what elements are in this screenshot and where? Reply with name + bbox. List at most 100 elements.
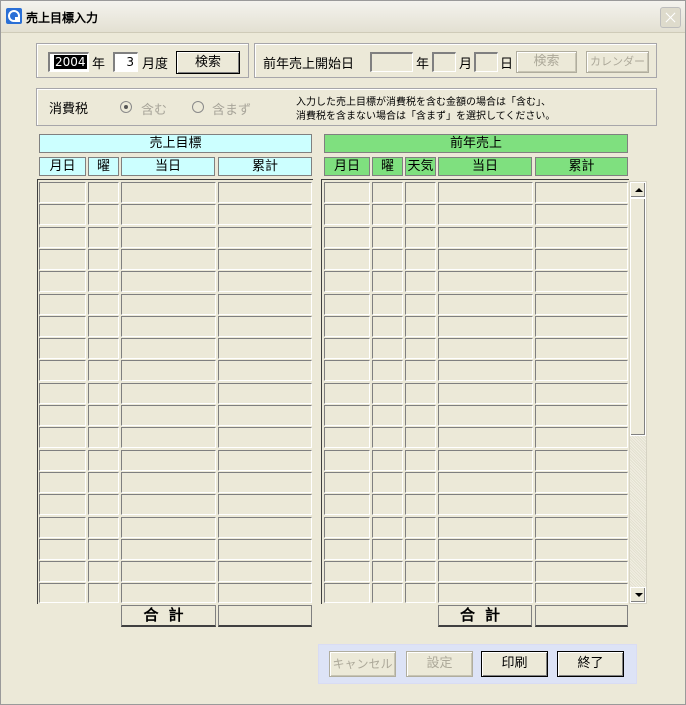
grid-cell[interactable]: [372, 517, 403, 538]
cancel-button[interactable]: キャンセル: [329, 651, 396, 677]
grid-cell[interactable]: [324, 450, 370, 471]
grid-cell[interactable]: [372, 227, 403, 248]
grid-cell[interactable]: [324, 561, 370, 582]
grid-cell[interactable]: [438, 539, 533, 560]
grid-cell[interactable]: [405, 517, 436, 538]
grid-cell[interactable]: [218, 227, 312, 248]
grid-cell[interactable]: [535, 182, 628, 203]
scroll-down-button[interactable]: [630, 587, 646, 603]
grid-cell[interactable]: [438, 227, 533, 248]
grid-cell[interactable]: [121, 360, 216, 381]
grid-cell[interactable]: [405, 227, 436, 248]
grid-cell[interactable]: [438, 494, 533, 515]
grid-cell[interactable]: [88, 494, 119, 515]
grid-cell[interactable]: [39, 294, 86, 315]
prev-search-button[interactable]: 検索: [516, 51, 577, 73]
grid-cell[interactable]: [438, 405, 533, 426]
grid-cell[interactable]: [39, 517, 86, 538]
grid-cell[interactable]: [121, 494, 216, 515]
grid-cell[interactable]: [88, 271, 119, 292]
grid-cell[interactable]: [88, 249, 119, 270]
grid-cell[interactable]: [405, 204, 436, 225]
grid-cell[interactable]: [535, 227, 628, 248]
grid-cell[interactable]: [218, 271, 312, 292]
grid-cell[interactable]: [121, 338, 216, 359]
grid-cell[interactable]: [218, 383, 312, 404]
grid-cell[interactable]: [121, 294, 216, 315]
grid-cell[interactable]: [88, 294, 119, 315]
grid-cell[interactable]: [324, 583, 370, 603]
prev-year-input[interactable]: [370, 52, 413, 72]
grid-cell[interactable]: [88, 561, 119, 582]
grid-cell[interactable]: [405, 583, 436, 603]
grid-cell[interactable]: [324, 338, 370, 359]
grid-cell[interactable]: [88, 383, 119, 404]
grid-cell[interactable]: [438, 249, 533, 270]
grid-cell[interactable]: [121, 517, 216, 538]
grid-cell[interactable]: [438, 316, 533, 337]
prev-day-input[interactable]: [474, 52, 498, 72]
grid-cell[interactable]: [438, 472, 533, 493]
grid-cell[interactable]: [218, 338, 312, 359]
grid-cell[interactable]: [535, 360, 628, 381]
grid-cell[interactable]: [88, 360, 119, 381]
grid-cell[interactable]: [218, 405, 312, 426]
grid-cell[interactable]: [372, 561, 403, 582]
grid-cell[interactable]: [372, 494, 403, 515]
grid-cell[interactable]: [39, 539, 86, 560]
grid-cell[interactable]: [39, 561, 86, 582]
scroll-up-button[interactable]: [630, 182, 646, 198]
grid-cell[interactable]: [372, 583, 403, 603]
grid-cell[interactable]: [39, 271, 86, 292]
grid-cell[interactable]: [405, 561, 436, 582]
grid-cell[interactable]: [324, 539, 370, 560]
grid-cell[interactable]: [218, 182, 312, 203]
grid-cell[interactable]: [88, 427, 119, 448]
month-input[interactable]: 3: [113, 52, 138, 72]
year-input[interactable]: 2004: [48, 52, 89, 72]
grid-cell[interactable]: [438, 517, 533, 538]
grid-cell[interactable]: [324, 204, 370, 225]
grid-cell[interactable]: [535, 338, 628, 359]
grid-cell[interactable]: [405, 316, 436, 337]
grid-cell[interactable]: [121, 427, 216, 448]
grid-cell[interactable]: [324, 271, 370, 292]
grid-cell[interactable]: [121, 472, 216, 493]
exit-button[interactable]: 終了: [557, 651, 624, 677]
grid-cell[interactable]: [438, 450, 533, 471]
grid-cell[interactable]: [372, 338, 403, 359]
grid-cell[interactable]: [535, 294, 628, 315]
grid-cell[interactable]: [324, 472, 370, 493]
grid-cell[interactable]: [535, 383, 628, 404]
grid-cell[interactable]: [438, 338, 533, 359]
grid-cell[interactable]: [535, 249, 628, 270]
grid-cell[interactable]: [39, 227, 86, 248]
grid-cell[interactable]: [535, 561, 628, 582]
grid-cell[interactable]: [324, 249, 370, 270]
grid-cell[interactable]: [39, 316, 86, 337]
grid-cell[interactable]: [438, 583, 533, 603]
grid-cell[interactable]: [438, 561, 533, 582]
grid-cell[interactable]: [372, 316, 403, 337]
grid-cell[interactable]: [218, 204, 312, 225]
grid-cell[interactable]: [405, 294, 436, 315]
grid-cell[interactable]: [88, 204, 119, 225]
grid-cell[interactable]: [438, 271, 533, 292]
grid-cell[interactable]: [39, 182, 86, 203]
grid-cell[interactable]: [88, 472, 119, 493]
grid-cell[interactable]: [88, 539, 119, 560]
grid-cell[interactable]: [121, 450, 216, 471]
grid-cell[interactable]: [39, 338, 86, 359]
grid-cell[interactable]: [405, 494, 436, 515]
grid-cell[interactable]: [535, 316, 628, 337]
grid-cell[interactable]: [121, 561, 216, 582]
grid-cell[interactable]: [88, 227, 119, 248]
grid-cell[interactable]: [218, 561, 312, 582]
grid-cell[interactable]: [88, 182, 119, 203]
grid-cell[interactable]: [121, 405, 216, 426]
grid-cell[interactable]: [324, 405, 370, 426]
grid-cell[interactable]: [438, 182, 533, 203]
grid-cell[interactable]: [372, 204, 403, 225]
grid-cell[interactable]: [372, 383, 403, 404]
grid-cell[interactable]: [88, 517, 119, 538]
